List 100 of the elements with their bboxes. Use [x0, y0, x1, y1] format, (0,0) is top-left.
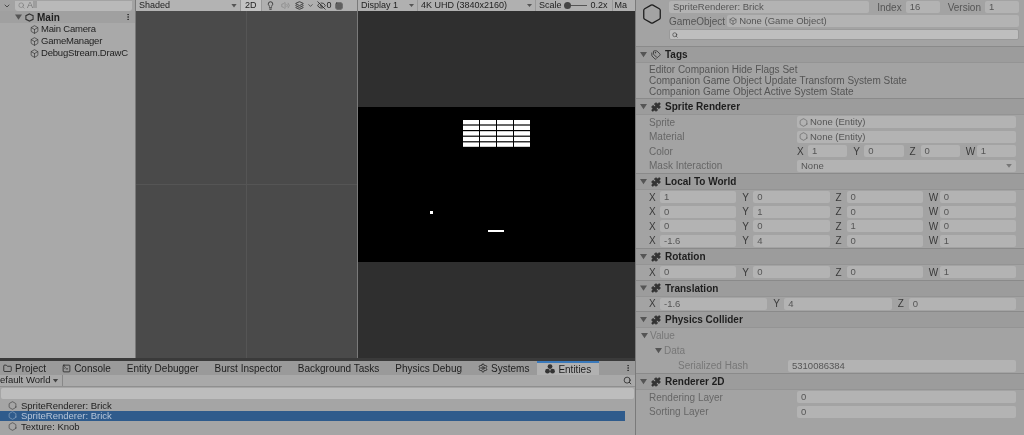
value-field[interactable]: 4 — [753, 234, 830, 247]
axis-label: W — [928, 205, 937, 220]
more-icon[interactable] — [124, 13, 132, 21]
hexagon-icon — [8, 421, 17, 431]
component-header[interactable]: Rotation — [636, 249, 1024, 265]
index-field[interactable]: 16 — [905, 1, 940, 13]
hierarchy-item[interactable]: GameManager — [0, 35, 135, 47]
component-title: Sprite Renderer — [665, 100, 741, 114]
value-field[interactable]: 0 — [846, 234, 923, 247]
caret-icon — [1006, 163, 1012, 168]
property-label: Mask Interaction — [649, 159, 724, 174]
value-field[interactable]: 0 — [846, 191, 923, 204]
panel-tab[interactable]: Project — [0, 361, 55, 375]
caret-icon — [231, 3, 237, 8]
search-field[interactable] — [669, 29, 1019, 40]
lightbulb-icon[interactable] — [265, 1, 275, 10]
caret-icon[interactable] — [306, 2, 314, 9]
2d-toggle[interactable]: 2D — [241, 0, 262, 11]
component-header[interactable]: Sprite Renderer — [636, 99, 1024, 115]
cube-icon — [729, 17, 738, 25]
value-field[interactable]: 0 — [753, 220, 830, 233]
component-header[interactable]: Translation — [636, 280, 1024, 297]
axis-label: W — [928, 219, 937, 234]
hierarchy-item[interactable]: Main Camera — [0, 23, 135, 35]
puzzle-icon — [651, 101, 661, 112]
value-field[interactable]: 0 — [846, 205, 923, 218]
value-field[interactable]: 1 — [753, 205, 830, 218]
component-title: Physics Collider — [665, 313, 743, 327]
object-field[interactable]: None (Entity) — [797, 130, 1016, 143]
value-field[interactable]: 0 — [846, 266, 923, 279]
toolbar-label[interactable]: Ma — [612, 1, 630, 10]
value-field[interactable]: 0 — [753, 266, 830, 279]
value-field[interactable]: 0 — [939, 220, 1016, 233]
object-value: None (Game Object) — [739, 13, 827, 28]
entity-row[interactable]: Texture: Knob — [0, 421, 625, 432]
value-field[interactable]: -1.6 — [660, 234, 737, 247]
component-header[interactable]: Physics Collider — [636, 312, 1024, 328]
panel-tab[interactable]: Burst Inspector — [206, 361, 290, 375]
entity-row[interactable]: SpriteRenderer: Brick — [0, 400, 625, 411]
dropdown[interactable]: None — [797, 159, 1016, 172]
component-title: Renderer 2D — [665, 375, 725, 389]
component-title: Local To World — [665, 175, 737, 189]
value-field[interactable]: 1 — [808, 145, 848, 158]
panel-tab[interactable]: Console — [54, 361, 119, 375]
entity-row[interactable]: SpriteRenderer: Brick — [0, 410, 625, 421]
console-icon — [62, 363, 72, 373]
object-field[interactable]: None (Game Object) — [727, 15, 1019, 27]
more-icon[interactable] — [624, 364, 632, 372]
value-field[interactable]: 0 — [797, 391, 1016, 404]
value-field[interactable]: 1 — [939, 234, 1016, 247]
object-field[interactable]: None (Entity) — [797, 116, 1016, 129]
value-field[interactable]: 1 — [846, 220, 923, 233]
search-field[interactable] — [1, 388, 634, 399]
panel-tab[interactable]: Physics Debug — [387, 361, 471, 375]
tag-text: Companion Game Object Active System State — [649, 86, 854, 97]
value-field[interactable]: 0 — [939, 205, 1016, 218]
object-value: None (Entity) — [810, 129, 866, 144]
panel-tab[interactable]: Background Tasks — [289, 361, 388, 375]
component-header[interactable]: Renderer 2D — [636, 374, 1024, 390]
value-field[interactable]: 5310086384 — [788, 359, 1016, 372]
value-field[interactable]: 0 — [660, 266, 737, 279]
hexagon-icon — [799, 117, 808, 127]
value-field[interactable]: 0 — [660, 205, 737, 218]
value-field[interactable]: 0 — [660, 220, 737, 233]
puzzle-icon — [651, 176, 661, 187]
value-field[interactable]: 0 — [864, 145, 904, 158]
axis-label: Y — [773, 297, 781, 312]
component-header[interactable]: Tags — [636, 47, 1024, 63]
slider-thumb[interactable] — [563, 2, 571, 9]
value-field[interactable]: 4 — [784, 297, 892, 310]
component-header[interactable]: Local To World — [636, 174, 1024, 190]
value-field[interactable]: 0 — [753, 191, 830, 204]
entity-name-field[interactable]: SpriteRenderer: Brick — [669, 1, 870, 13]
value-field[interactable]: 1 — [976, 145, 1016, 158]
value-field[interactable]: 1 — [660, 191, 737, 204]
scale-label: Scale — [538, 1, 563, 10]
caret-icon — [527, 4, 532, 7]
panel-tab[interactable]: Systems — [470, 361, 538, 375]
panel-tab[interactable]: Entities — [537, 361, 600, 375]
hierarchy-item[interactable]: DebugStream.DrawC — [0, 47, 135, 59]
version-field[interactable]: 1 — [985, 1, 1019, 13]
panel-tab[interactable]: Entity Debugger — [118, 361, 207, 375]
axis-label: Z — [835, 190, 843, 205]
puzzle-icon — [651, 283, 661, 293]
value-field[interactable]: 0 — [920, 145, 960, 158]
search-icon[interactable] — [623, 376, 632, 385]
value-field[interactable]: 0 — [908, 297, 1016, 310]
value-field[interactable]: 0 — [939, 191, 1016, 204]
value-field[interactable]: 0 — [797, 405, 1016, 418]
value-field[interactable]: 1 — [939, 266, 1016, 279]
hexagon-icon — [8, 411, 17, 421]
axis-label: Y — [742, 265, 750, 280]
world-dropdown[interactable]: efault World — [0, 375, 63, 386]
gear-icon — [478, 363, 489, 373]
property-label: Sprite — [649, 115, 677, 130]
layers-icon[interactable] — [294, 1, 304, 10]
value-field[interactable]: -1.6 — [660, 297, 768, 310]
three-circles-icon — [545, 364, 556, 374]
hidden-objects-toggle[interactable]: 0 — [313, 0, 335, 11]
scale-slider[interactable] — [564, 1, 587, 10]
